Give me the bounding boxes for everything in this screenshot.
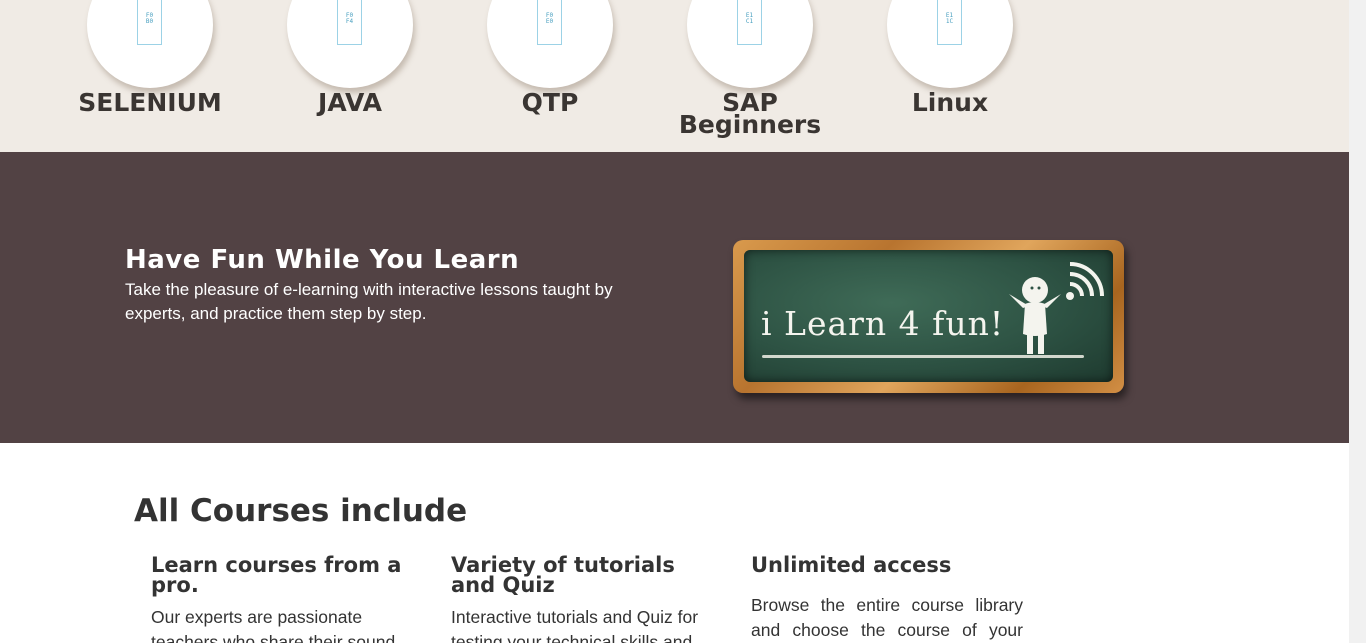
course-categories-strip: F0 B0 SELENIUM F0 F4 JAVA F0 E0 QTP E1 C…	[0, 0, 1349, 152]
course-placeholder-icon: E1 C1	[737, 0, 762, 45]
feature-title: Unlimited access	[751, 553, 952, 577]
all-courses-include-section: All Courses include Learn courses from a…	[0, 443, 1349, 643]
fun-learning-banner: Have Fun While You Learn Take the pleasu…	[0, 152, 1349, 443]
course-placeholder-icon: F0 F4	[337, 0, 362, 45]
feature-title: Variety of tutorials and Quiz	[451, 553, 675, 597]
feature-tutorials-quiz: Variety of tutorials and Quiz Interactiv…	[451, 555, 723, 643]
chalkboard-image: i Learn 4 fun!	[733, 240, 1124, 393]
feature-text: Browse the entire course library and cho…	[751, 595, 1023, 640]
banner-description: Take the pleasure of e-learning with int…	[125, 280, 613, 323]
course-placeholder-icon: F0 E0	[537, 0, 562, 45]
banner-title: Have Fun While You Learn	[125, 245, 520, 275]
course-label[interactable]: SAP Beginners	[667, 90, 833, 137]
course-label[interactable]: QTP	[467, 90, 633, 115]
feature-text: Our experts are passionate teachers who …	[151, 607, 396, 643]
feature-learn-from-pro: Learn courses from a pro. Our experts ar…	[151, 555, 423, 643]
feature-text: Interactive tutorials and Quiz for testi…	[451, 607, 699, 643]
feature-title: Learn courses from a pro.	[151, 553, 402, 597]
section-title: All Courses include	[134, 493, 468, 529]
course-placeholder-icon: F0 B0	[137, 0, 162, 45]
chalkboard-text: i Learn 4 fun!	[761, 304, 1005, 343]
course-label[interactable]: SELENIUM	[67, 90, 233, 115]
course-label[interactable]: Linux	[867, 90, 1033, 115]
page-scrollbar[interactable]	[1349, 0, 1366, 643]
stick-figure-icon	[1009, 277, 1061, 354]
chalkboard-surface: i Learn 4 fun!	[744, 250, 1113, 382]
course-label[interactable]: JAVA	[267, 90, 433, 115]
course-placeholder-icon: E1 1C	[937, 0, 962, 45]
feature-unlimited-access: Unlimited access Browse the entire cours…	[751, 555, 1023, 643]
signal-waves-icon	[1066, 262, 1104, 300]
